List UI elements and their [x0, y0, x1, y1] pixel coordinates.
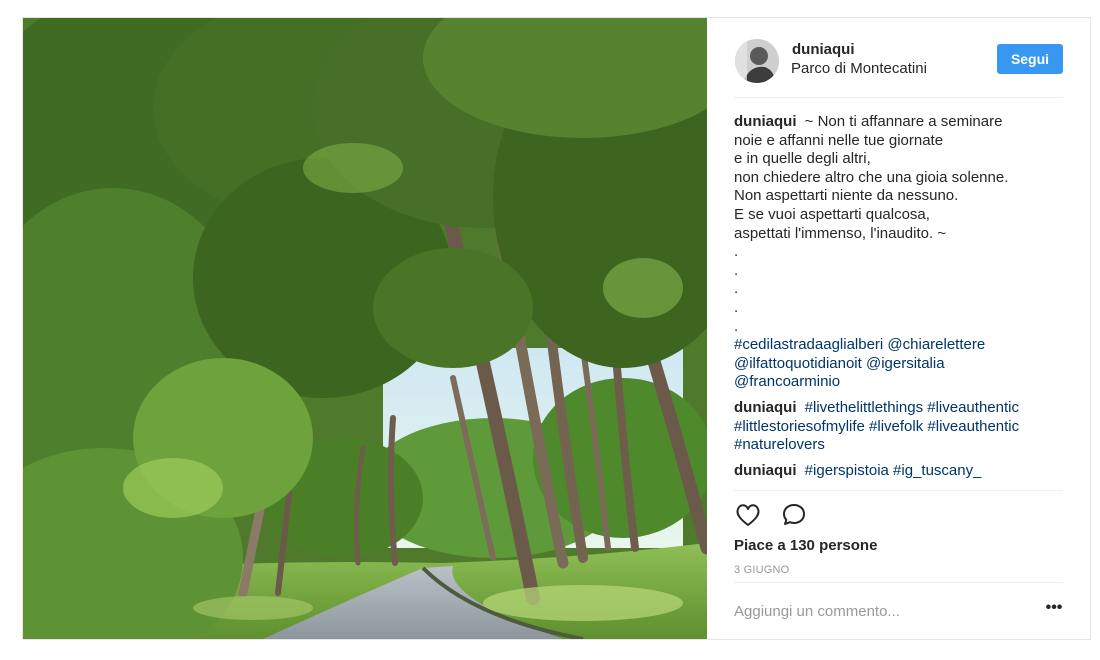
post-photo[interactable]	[23, 18, 707, 639]
caption-line: e in quelle degli altri,	[734, 150, 871, 168]
post-side-panel: duniaqui Parco di Montecatini Segui duni…	[707, 18, 1091, 639]
caption-line: aspettati l'immenso, l'inaudito. ~	[734, 224, 947, 242]
caption-line: E se vuoi aspettarti qualcosa,	[734, 205, 930, 223]
add-comment-bar: •••	[734, 582, 1063, 639]
heart-icon[interactable]	[734, 501, 762, 529]
caption-line: ~ Non ti affannare a seminare	[804, 113, 1003, 130]
caption-hashtags[interactable]: #cedilastradaaglialberi @chiarelettere	[734, 336, 1074, 355]
caption-hashtags[interactable]: @francoarminio	[734, 373, 1074, 392]
caption-line: .	[734, 317, 739, 335]
likes-count[interactable]: Piace a 130 persone	[734, 537, 877, 554]
comment-author[interactable]: duniaqui	[734, 462, 797, 479]
comment-input[interactable]	[734, 599, 1024, 623]
avatar[interactable]	[735, 39, 779, 83]
post-card: duniaqui Parco di Montecatini Segui duni…	[22, 17, 1091, 640]
comments-list: duniaqui ~ Non ti affannare a seminare n…	[734, 113, 1074, 487]
comment-hashtags[interactable]: #igerspistoia #ig_tuscany_	[805, 462, 982, 479]
post-location[interactable]: Parco di Montecatini	[791, 60, 927, 77]
caption-hashtags[interactable]: @ilfattoquotidianoit @igersitalia	[734, 355, 1074, 374]
caption-line: .	[734, 243, 739, 261]
more-options-icon[interactable]: •••	[1044, 600, 1064, 621]
caption-line: .	[734, 298, 739, 316]
comment-hashtags[interactable]: #naturelovers	[734, 436, 1074, 455]
caption-line: noie e affanni nelle tue giornate	[734, 131, 944, 149]
caption-line: non chiedere altro che una gioia solenne…	[734, 168, 1009, 186]
caption: duniaqui ~ Non ti affannare a seminare n…	[734, 113, 1074, 392]
caption-line: Non aspettarti niente da nessuno.	[734, 187, 959, 205]
comment-hashtags[interactable]: #livethelittlethings #liveauthentic	[805, 399, 1019, 416]
post-header: duniaqui Parco di Montecatini Segui	[734, 36, 1063, 98]
follow-button[interactable]: Segui	[997, 44, 1063, 74]
comment-hashtags[interactable]: #littlestoriesofmylife #livefolk #liveau…	[734, 418, 1074, 437]
comment-item: duniaqui #igerspistoia #ig_tuscany_	[734, 462, 1074, 481]
post-username[interactable]: duniaqui	[792, 41, 855, 58]
comment-author[interactable]: duniaqui	[734, 399, 797, 416]
caption-line: .	[734, 261, 739, 279]
post-date[interactable]: 3 GIUGNO	[734, 564, 789, 576]
caption-author[interactable]: duniaqui	[734, 113, 797, 130]
caption-line: .	[734, 280, 739, 298]
comment-item: duniaqui #livethelittlethings #liveauthe…	[734, 399, 1074, 455]
speech-bubble-icon[interactable]	[780, 501, 808, 529]
